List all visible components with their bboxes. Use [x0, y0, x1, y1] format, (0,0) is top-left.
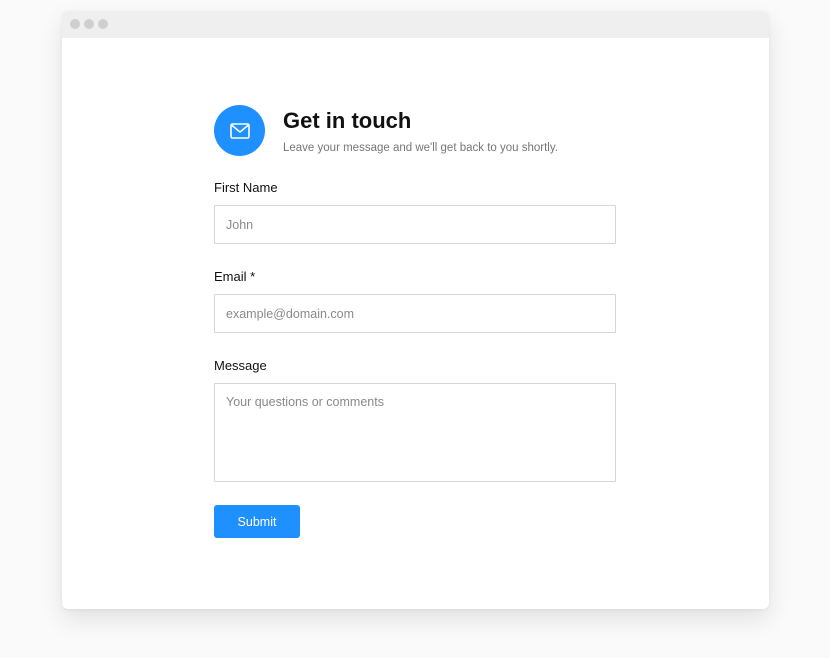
email-input[interactable]: [214, 294, 616, 333]
mail-icon: [214, 105, 265, 156]
submit-button[interactable]: Submit: [214, 505, 300, 538]
form-header: Get in touch Leave your message and we'l…: [214, 105, 616, 157]
window-dot-icon[interactable]: [98, 19, 108, 29]
window-dot-icon[interactable]: [70, 19, 80, 29]
email-label: Email *: [214, 269, 256, 284]
first-name-label: First Name: [214, 180, 278, 195]
message-textarea[interactable]: [214, 383, 616, 482]
contact-form: Get in touch Leave your message and we'l…: [214, 105, 616, 538]
page-title: Get in touch: [283, 108, 412, 133]
browser-window: Get in touch Leave your message and we'l…: [62, 11, 769, 609]
window-titlebar: [62, 11, 769, 38]
page-subtitle: Leave your message and we'll get back to…: [283, 142, 558, 154]
window-dot-icon[interactable]: [84, 19, 94, 29]
message-label: Message: [214, 358, 267, 373]
first-name-input[interactable]: [214, 205, 616, 244]
